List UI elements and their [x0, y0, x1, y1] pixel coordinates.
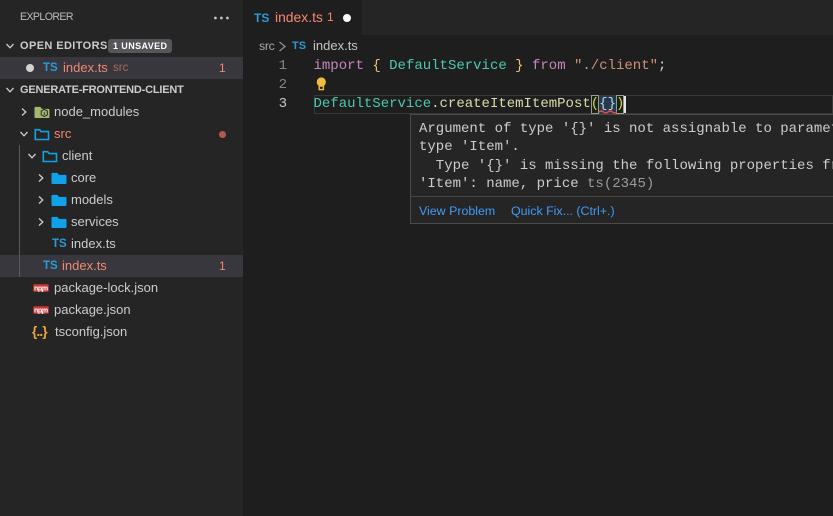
svg-text:npm: npm — [34, 285, 48, 292]
svg-text:npm: npm — [34, 307, 48, 314]
